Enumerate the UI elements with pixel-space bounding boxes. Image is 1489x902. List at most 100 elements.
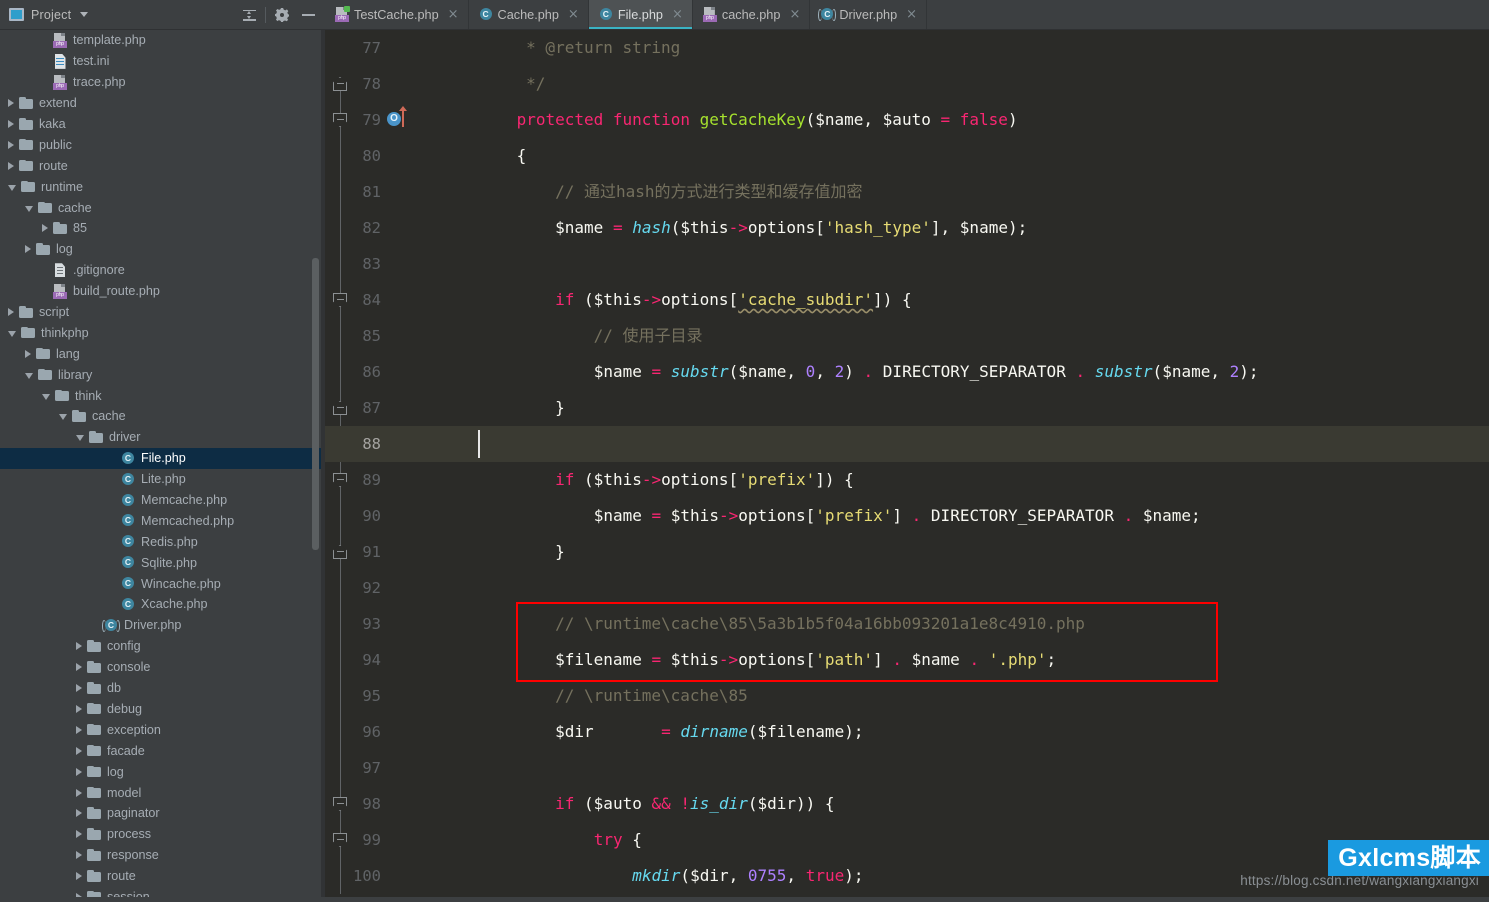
chevron-right-icon[interactable] — [25, 245, 31, 254]
chevron-right-icon[interactable] — [76, 809, 82, 818]
chevron-right-icon[interactable] — [25, 349, 31, 358]
chevron-right-icon[interactable] — [76, 642, 82, 651]
tree-item[interactable]: C Memcache.php — [0, 490, 325, 511]
chevron-down-icon[interactable] — [76, 435, 84, 442]
tree-item[interactable]: library — [0, 364, 325, 385]
tree-item[interactable]: config — [0, 636, 325, 657]
tree-item[interactable]: C Xcache.php — [0, 594, 325, 615]
chevron-right-icon[interactable] — [76, 746, 82, 755]
gutter-line[interactable]: 99 — [325, 822, 420, 858]
gutter-line[interactable]: 91 — [325, 534, 420, 570]
source-code[interactable]: * @return string */ protected function g… — [420, 30, 1489, 894]
editor-tab-testcache-php[interactable]: php TestCache.php × — [325, 0, 469, 29]
tree-item[interactable]: public — [0, 134, 325, 155]
tree-item[interactable]: db — [0, 678, 325, 699]
chevron-down-icon[interactable] — [8, 330, 16, 337]
tree-item[interactable]: log — [0, 761, 325, 782]
tree-item[interactable]: driver — [0, 427, 325, 448]
gutter-line[interactable]: 97 — [325, 750, 420, 786]
chevron-right-icon[interactable] — [8, 161, 14, 170]
tree-item[interactable]: think — [0, 385, 325, 406]
chevron-down-icon[interactable] — [42, 393, 50, 400]
gutter-line[interactable]: 87 — [325, 390, 420, 426]
chevron-right-icon[interactable] — [8, 308, 14, 317]
tree-item-selected[interactable]: C File.php — [0, 447, 325, 469]
gutter-line[interactable]: 90 — [325, 498, 420, 534]
minimize-button[interactable] — [295, 2, 321, 28]
gutter-line[interactable]: 79 O — [325, 102, 420, 138]
tree-item[interactable]: route — [0, 866, 325, 887]
code-content-area[interactable]: * @return string */ protected function g… — [420, 30, 1489, 902]
chevron-right-icon[interactable] — [8, 99, 14, 108]
gutter-line[interactable]: 98 — [325, 786, 420, 822]
chevron-down-icon[interactable] — [25, 372, 33, 379]
tree-item[interactable]: facade — [0, 740, 325, 761]
tree-item[interactable]: test.ini — [0, 51, 325, 72]
gutter-line[interactable]: 77 — [325, 30, 420, 66]
tree-item[interactable]: route — [0, 155, 325, 176]
chevron-right-icon[interactable] — [8, 140, 14, 149]
tree-item[interactable]: php template.php — [0, 30, 325, 51]
tree-item[interactable]: script — [0, 302, 325, 323]
tree-item[interactable]: process — [0, 824, 325, 845]
gutter-line[interactable]: 80 — [325, 138, 420, 174]
tree-item[interactable]: extend — [0, 93, 325, 114]
gutter-line[interactable]: 94 — [325, 642, 420, 678]
tree-item[interactable]: .gitignore — [0, 260, 325, 281]
gutter-line[interactable]: 81 — [325, 174, 420, 210]
editor-tab-driver-php[interactable]: C Driver.php × — [810, 0, 928, 29]
overriding-method-icon[interactable]: O — [387, 112, 401, 126]
chevron-right-icon[interactable] — [76, 872, 82, 881]
gutter-line[interactable]: 78 — [325, 66, 420, 102]
tree-item[interactable]: php trace.php — [0, 72, 325, 93]
settings-button[interactable] — [269, 2, 295, 28]
editor-tab-cache-php[interactable]: C Cache.php × — [469, 0, 589, 29]
chevron-right-icon[interactable] — [76, 830, 82, 839]
chevron-right-icon[interactable] — [42, 224, 48, 233]
tree-item[interactable]: kaka — [0, 114, 325, 135]
chevron-right-icon[interactable] — [76, 704, 82, 713]
tree-item[interactable]: C Driver.php — [0, 615, 325, 636]
chevron-right-icon[interactable] — [76, 725, 82, 734]
tree-item[interactable]: model — [0, 782, 325, 803]
editor-tab-file-php[interactable]: C File.php × — [588, 0, 693, 29]
close-icon[interactable]: × — [672, 8, 683, 21]
gutter-line[interactable]: 82 — [325, 210, 420, 246]
collapse-all-button[interactable] — [236, 2, 262, 28]
project-tree-scrollbar[interactable] — [312, 258, 319, 550]
gutter-line[interactable]: 96 — [325, 714, 420, 750]
tree-item[interactable]: lang — [0, 343, 325, 364]
gutter-line[interactable]: 95 — [325, 678, 420, 714]
close-icon[interactable]: × — [448, 8, 459, 21]
gutter-line[interactable]: 100 — [325, 858, 420, 894]
tree-item[interactable]: C Lite.php — [0, 469, 325, 490]
gutter-line[interactable]: 83 — [325, 246, 420, 282]
chevron-down-icon[interactable] — [80, 12, 89, 17]
tree-item[interactable]: C Redis.php — [0, 531, 325, 552]
chevron-down-icon[interactable] — [25, 205, 33, 212]
tree-item[interactable]: C Sqlite.php — [0, 552, 325, 573]
chevron-down-icon[interactable] — [59, 414, 67, 421]
gutter-line[interactable]: 85 — [325, 318, 420, 354]
gutter-line[interactable]: 89 — [325, 462, 420, 498]
chevron-right-icon[interactable] — [76, 767, 82, 776]
tree-item[interactable]: cache — [0, 197, 325, 218]
tree-item[interactable]: C Memcached.php — [0, 510, 325, 531]
gutter-line[interactable]: 86 — [325, 354, 420, 390]
gutter-line[interactable]: 93 — [325, 606, 420, 642]
tree-item[interactable]: response — [0, 845, 325, 866]
tree-item[interactable]: debug — [0, 699, 325, 720]
chevron-right-icon[interactable] — [76, 684, 82, 693]
tree-item[interactable]: 85 — [0, 218, 325, 239]
tree-item[interactable]: runtime — [0, 176, 325, 197]
tree-item[interactable]: paginator — [0, 803, 325, 824]
editor-tab-cache-php[interactable]: php cache.php × — [693, 0, 811, 29]
close-icon[interactable]: × — [789, 8, 800, 21]
chevron-right-icon[interactable] — [76, 788, 82, 797]
project-panel-header[interactable]: Project — [0, 0, 325, 30]
tree-item[interactable]: exception — [0, 719, 325, 740]
gutter-line[interactable]: 92 — [325, 570, 420, 606]
gutter-line[interactable]: 88 — [325, 426, 420, 462]
chevron-right-icon[interactable] — [8, 120, 14, 128]
editor-gutter[interactable]: 77 78 79 O 80 81 82 83 84 85 86 87 88 89 90 91 92 93 94 95 9… — [325, 30, 420, 902]
